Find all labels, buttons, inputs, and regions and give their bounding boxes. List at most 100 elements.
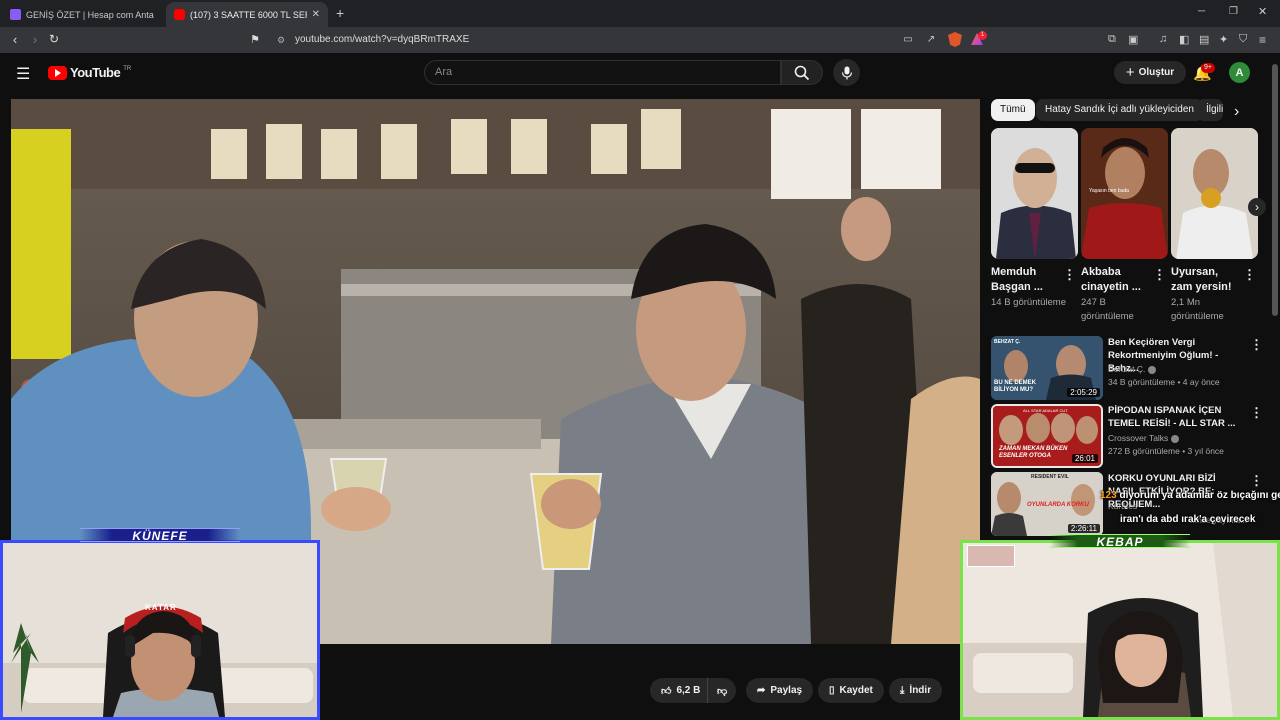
right-cam-banner: KEBAP <box>1050 534 1190 549</box>
left-webcam-image <box>3 543 317 717</box>
url-field[interactable]: youtube.com/watch?v=dyqBRmTRAXE <box>295 31 995 49</box>
reload-icon[interactable]: ↻ <box>47 32 61 46</box>
related-thumbnail[interactable]: ALL STAR ADALAR CUT ZAMAN MEKAN BÜKEN ES… <box>991 404 1103 468</box>
related-meta: 272 B görüntüleme • 3 yıl önce <box>1108 446 1224 456</box>
video-duration: 2:05:29 <box>1067 388 1100 397</box>
thumbnail-text: ZAMAN MEKAN BÜKEN ESENLER OTOGA <box>999 446 1068 459</box>
microphone-icon <box>841 66 852 79</box>
close-window-button[interactable]: ✕ <box>1258 5 1267 18</box>
tab-favicon-icon <box>10 9 21 20</box>
thumbnail-tag: BEHZAT Ç. <box>994 339 1021 345</box>
download-button[interactable]: ⤓ İndir <box>889 678 943 703</box>
chip-uploader[interactable]: Hatay Sandık İçi adlı yükleyiciden <box>1036 99 1203 121</box>
page-scrollbar[interactable] <box>1272 64 1278 316</box>
share-page-icon[interactable]: ↗ <box>925 33 937 45</box>
related-channel[interactable]: Kurâfes <box>1108 500 1137 513</box>
short-views: 247 B görüntüleme <box>1081 297 1134 322</box>
cast-icon[interactable]: ▭ <box>902 33 914 45</box>
share-button[interactable]: ➦ Paylaş <box>746 678 814 703</box>
plus-icon: + <box>1125 64 1135 81</box>
related-menu-icon[interactable]: ⋮ <box>1250 405 1263 421</box>
short-title[interactable]: Memduh Başgan ... <box>991 265 1061 295</box>
left-webcam-overlay: KATAR <box>0 540 320 720</box>
vpn-icon[interactable]: ⛉ <box>1239 33 1247 46</box>
short-thumbnail-image <box>1171 128 1258 259</box>
related-channel[interactable]: Crossover Talks <box>1108 432 1180 445</box>
short-thumbnail[interactable] <box>991 128 1078 259</box>
share-arrow-icon: ➦ <box>757 685 766 696</box>
guide-menu-icon[interactable]: ☰ <box>16 64 30 84</box>
create-label: Oluştur <box>1138 67 1175 78</box>
thumbnail-tag: RESIDENT EVIL <box>1031 474 1069 480</box>
search-button[interactable] <box>781 60 823 85</box>
menu-icon[interactable]: ≡ <box>1259 33 1266 47</box>
related-thumbnail[interactable]: BEHZAT Ç. BU NE DEMEK BİLİYON MU? 2:05:2… <box>991 336 1103 400</box>
youtube-favicon-icon <box>174 9 185 20</box>
thumbnail-tag: ALL STAR ADALAR CUT <box>1023 408 1068 413</box>
dislike-button[interactable]: 👎︎ <box>707 678 737 703</box>
chat-overlay-message: 123 diyorum ya adamlar öz bıçağını getir… <box>1100 490 1280 501</box>
verified-icon <box>1148 365 1157 374</box>
short-caption: Yaşasın ben buda <box>1089 188 1129 194</box>
youtube-wordmark: YouTube <box>70 65 121 80</box>
short-title[interactable]: Uyursan, zam yersin! <box>1171 265 1241 295</box>
avatar[interactable]: A <box>1229 62 1250 83</box>
tab-search-icon[interactable]: ▤ <box>1199 33 1209 46</box>
short-menu-icon[interactable]: ⋮ <box>1243 267 1256 283</box>
browser-tab-active[interactable]: (107) 3 SAATTE 6000 TL SERİSİ!!! ✕ <box>166 2 328 27</box>
chair-brand-text: KATAR <box>145 603 177 612</box>
search-input[interactable]: Ara <box>424 60 781 85</box>
back-icon[interactable]: ‹ <box>8 32 22 47</box>
chip-related[interactable]: İlgili <box>1197 99 1223 121</box>
close-tab-icon[interactable]: ✕ <box>312 9 320 20</box>
minimize-button[interactable]: ─ <box>1198 6 1205 17</box>
save-label: Kaydet <box>839 685 873 696</box>
sidebar-toggle-icon[interactable]: ◧ <box>1179 33 1189 46</box>
mini-webcam-inset <box>967 545 1015 567</box>
video-duration: 26:01 <box>1071 454 1098 463</box>
verified-icon <box>1171 434 1180 443</box>
thumbnail-text: BU NE DEMEK BİLİYON MU? <box>994 380 1037 393</box>
media-icon[interactable]: ♫ <box>1159 33 1167 45</box>
new-tab-button[interactable]: + <box>336 5 344 21</box>
shorts-next-icon[interactable]: › <box>1248 198 1266 216</box>
like-button[interactable]: 👍︎ 6,2 B <box>650 678 709 703</box>
forward-icon[interactable]: › <box>28 32 42 47</box>
short-thumbnail[interactable]: Yaşasın ben buda <box>1081 128 1168 259</box>
leo-ai-icon[interactable]: ✦ <box>1219 33 1228 46</box>
extensions-icon[interactable]: ⧉ <box>1108 33 1116 46</box>
bookmark-icon[interactable]: ⚑ <box>248 32 262 46</box>
thumbnail-text: OYUNLARDA KORKU <box>1027 502 1089 508</box>
chip-all[interactable]: Tümü <box>991 99 1035 121</box>
related-menu-icon[interactable]: ⋮ <box>1250 473 1263 489</box>
site-info-icon[interactable]: ⚙ <box>275 34 287 46</box>
chat-username: 123 <box>1100 490 1117 501</box>
short-menu-icon[interactable]: ⋮ <box>1153 267 1166 283</box>
browser-tab[interactable]: GENİŞ ÖZET | Hesap com Antalyaspo <box>2 2 162 27</box>
related-thumbnail[interactable]: RESIDENT EVIL OYUNLARDA KORKU 2:26:11 <box>991 472 1103 536</box>
short-menu-icon[interactable]: ⋮ <box>1063 267 1076 283</box>
short-title[interactable]: Akbaba cinayetin ... <box>1081 265 1151 295</box>
chips-next-icon[interactable]: › <box>1234 103 1239 121</box>
download-icon: ⤓ <box>900 685 905 696</box>
voice-search-button[interactable] <box>833 59 860 86</box>
tab-title: GENİŞ ÖZET | Hesap com Antalyaspo <box>26 9 154 20</box>
download-label: İndir <box>909 685 932 696</box>
create-button[interactable]: + Oluştur <box>1114 61 1186 84</box>
related-channel[interactable]: Behzat Ç. <box>1108 363 1157 376</box>
share-label: Paylaş <box>770 685 803 696</box>
save-button[interactable]: ▯ Kaydet <box>818 678 884 703</box>
bookmark-save-icon: ▯ <box>829 685 835 696</box>
notification-badge: 9+ <box>1201 63 1215 73</box>
channel-name: Crossover Talks <box>1108 433 1169 443</box>
like-count: 6,2 B <box>676 685 701 696</box>
restore-button[interactable]: ❐ <box>1229 6 1238 17</box>
wallet-icon[interactable]: ▣ <box>1128 33 1138 46</box>
related-title[interactable]: PİPODAN ISPANAK İÇEN TEMEL REİSİ! - ALL … <box>1108 404 1244 430</box>
youtube-logo[interactable]: YouTube TR <box>48 65 131 80</box>
channel-name: Behzat Ç. <box>1108 364 1146 374</box>
related-menu-icon[interactable]: ⋮ <box>1250 337 1263 353</box>
chat-overlay-message: iran'ı da abd ırak'a çevirecek <box>1120 514 1256 525</box>
short-thumbnail[interactable] <box>1171 128 1258 259</box>
thumbs-up-icon: 👍︎ <box>661 685 672 697</box>
